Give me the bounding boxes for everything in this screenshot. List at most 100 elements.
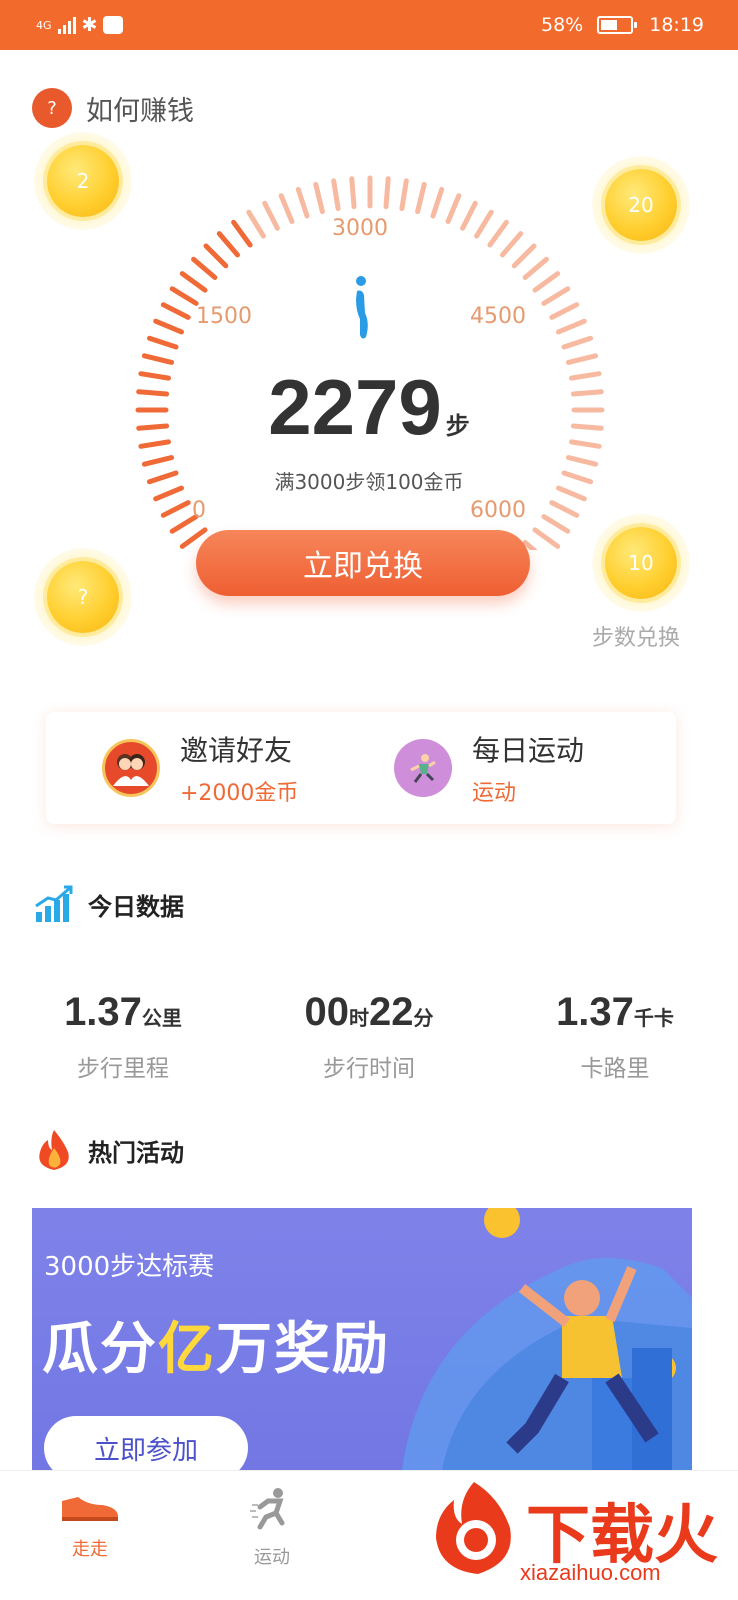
tab-walk[interactable]: 走走 (30, 1487, 150, 1561)
gauge-tick-mark (246, 209, 266, 239)
gauge-tick-mark (561, 335, 594, 350)
gauge-tick-mark (460, 200, 478, 231)
gauge-tick-mark (541, 286, 571, 306)
stat-calories: 1.37千卡 卡路里 (492, 990, 738, 1083)
banner-headline-highlight: 亿 (158, 1317, 216, 1382)
exchange-now-button[interactable]: 立即兑换 (196, 530, 530, 596)
status-bar: 4G ✱ 58% 18:19 (0, 0, 738, 50)
gauge-tick-mark (160, 500, 191, 518)
gauge-tick-mark (430, 186, 445, 219)
status-left: 4G ✱ (36, 14, 124, 36)
hot-activities-title: 热门活动 (88, 1138, 184, 1167)
daily-sport-subtitle: 运动 (472, 781, 517, 806)
coin-bubble[interactable]: 2 (34, 132, 132, 230)
bluetooth-icon: ✱ (81, 14, 98, 36)
invite-friends-title: 邀请好友 (180, 734, 293, 767)
activity-banner[interactable]: 3000步达标赛 瓜分亿万奖励 立即参加 (32, 1208, 692, 1470)
banner-illustration (402, 1208, 692, 1470)
gauge-tick-mark (160, 302, 191, 320)
distance-unit: 公里 (141, 1006, 182, 1030)
calories-label: 卡路里 (580, 1056, 650, 1082)
network-type: 4G (36, 18, 52, 32)
flame-icon (39, 1130, 69, 1170)
gauge-tick-mark (556, 318, 587, 335)
gauge-tick-6000: 6000 (470, 498, 526, 523)
gauge-tick-mark (179, 271, 208, 293)
distance-label: 步行里程 (77, 1056, 169, 1082)
stat-distance: 1.37公里 步行里程 (0, 990, 246, 1083)
gauge-tick-mark (445, 193, 462, 224)
gauge-tick-1500: 1500 (196, 304, 252, 329)
gauge-tick-mark (153, 318, 184, 335)
gauge-tick-mark (383, 176, 391, 210)
gauge-tick-mark (146, 335, 179, 350)
gauge-tick-mark (511, 243, 537, 269)
stat-time: 00时22分 步行时间 (246, 990, 492, 1083)
today-data-header: 今日数据 (34, 884, 184, 924)
gauge-tick-mark (313, 181, 325, 215)
banner-headline: 瓜分亿万奖励 (42, 1304, 390, 1385)
time-label: 步行时间 (323, 1056, 415, 1082)
today-stats: 1.37公里 步行里程 00时22分 步行时间 1.37千卡 卡路里 (0, 990, 738, 1083)
time-minutes-value: 22 (369, 990, 414, 1034)
hot-activities-header: 热门活动 (34, 1128, 184, 1172)
status-right: 58% 18:19 (541, 14, 704, 36)
gauge-tick-mark (532, 271, 561, 293)
gauge-tick-mark (141, 455, 175, 467)
gauge-tick-mark (295, 186, 310, 219)
how-to-earn-label: 如何赚钱 (86, 95, 194, 127)
daily-sport-item[interactable]: 每日运动 运动 (384, 729, 676, 807)
gauge-tick-mark (549, 500, 580, 518)
distance-value: 1.37 (64, 990, 142, 1034)
watermark-url: xiazaihuo.com (520, 1560, 661, 1585)
invite-friends-item[interactable]: 邀请好友 +2000金币 (46, 729, 384, 807)
gauge-tick-mark (565, 455, 599, 467)
calories-value: 1.37 (556, 990, 634, 1034)
action-card: 邀请好友 +2000金币 每日运动 运动 (46, 712, 676, 824)
watermark: 下载火 xiazaihuo.com (430, 1478, 730, 1594)
time-hours-value: 00 (304, 990, 350, 1034)
banner-headline-part1: 瓜分 (42, 1317, 158, 1382)
banner-subtitle: 3000步达标赛 (44, 1252, 215, 1282)
gauge-tick-mark (399, 178, 409, 211)
battery-percent: 58% (541, 14, 584, 36)
signal-icon (57, 16, 76, 34)
gauge-tick-0: 0 (192, 498, 206, 523)
tab-sport-label: 运动 (254, 1547, 290, 1568)
invite-friends-icon (102, 739, 160, 797)
coin-icon: ? (47, 561, 119, 633)
gauge-tick-mark (203, 243, 229, 269)
coin-bubble[interactable]: ? (34, 548, 132, 646)
gauge-tick-mark (331, 178, 341, 211)
daily-sport-title: 每日运动 (472, 734, 585, 767)
step-exchange-label: 步数兑换 (592, 626, 681, 651)
battery-icon (597, 16, 638, 34)
join-now-button[interactable]: 立即参加 (44, 1416, 248, 1470)
gauge-tick-mark (262, 200, 280, 231)
how-to-earn-link[interactable]: ? 如何赚钱 (32, 88, 194, 128)
tab-sport[interactable]: 运动 (212, 1487, 332, 1569)
gauge-tick-mark (532, 527, 561, 549)
time-hours-unit: 时 (349, 1006, 369, 1030)
steps-display: 2279 步 (0, 362, 738, 453)
app-notification-icon (103, 16, 124, 34)
gauge-tick-mark (191, 256, 218, 280)
time-minutes-unit: 分 (413, 1006, 434, 1030)
gauge-tick-mark (415, 181, 427, 215)
calories-unit: 千卡 (633, 1006, 674, 1030)
daily-sport-icon (394, 739, 452, 797)
today-data-title: 今日数据 (88, 892, 184, 921)
gauge-tick-mark (278, 193, 295, 224)
walker-icon (356, 276, 368, 339)
gauge-tick-mark (500, 231, 524, 258)
gauge-tick-mark (549, 302, 580, 320)
step-count: 2279 (268, 363, 442, 451)
tab-walk-label: 走走 (72, 1539, 108, 1560)
gauge-tick-mark (349, 176, 357, 210)
step-unit: 步 (445, 412, 470, 440)
gauge-tick-mark (169, 286, 199, 306)
gauge-tick-mark (522, 540, 538, 550)
gauge-tick-4500: 4500 (470, 304, 526, 329)
gauge-tick-mark (487, 219, 509, 248)
gauge-tick-mark (541, 514, 571, 534)
